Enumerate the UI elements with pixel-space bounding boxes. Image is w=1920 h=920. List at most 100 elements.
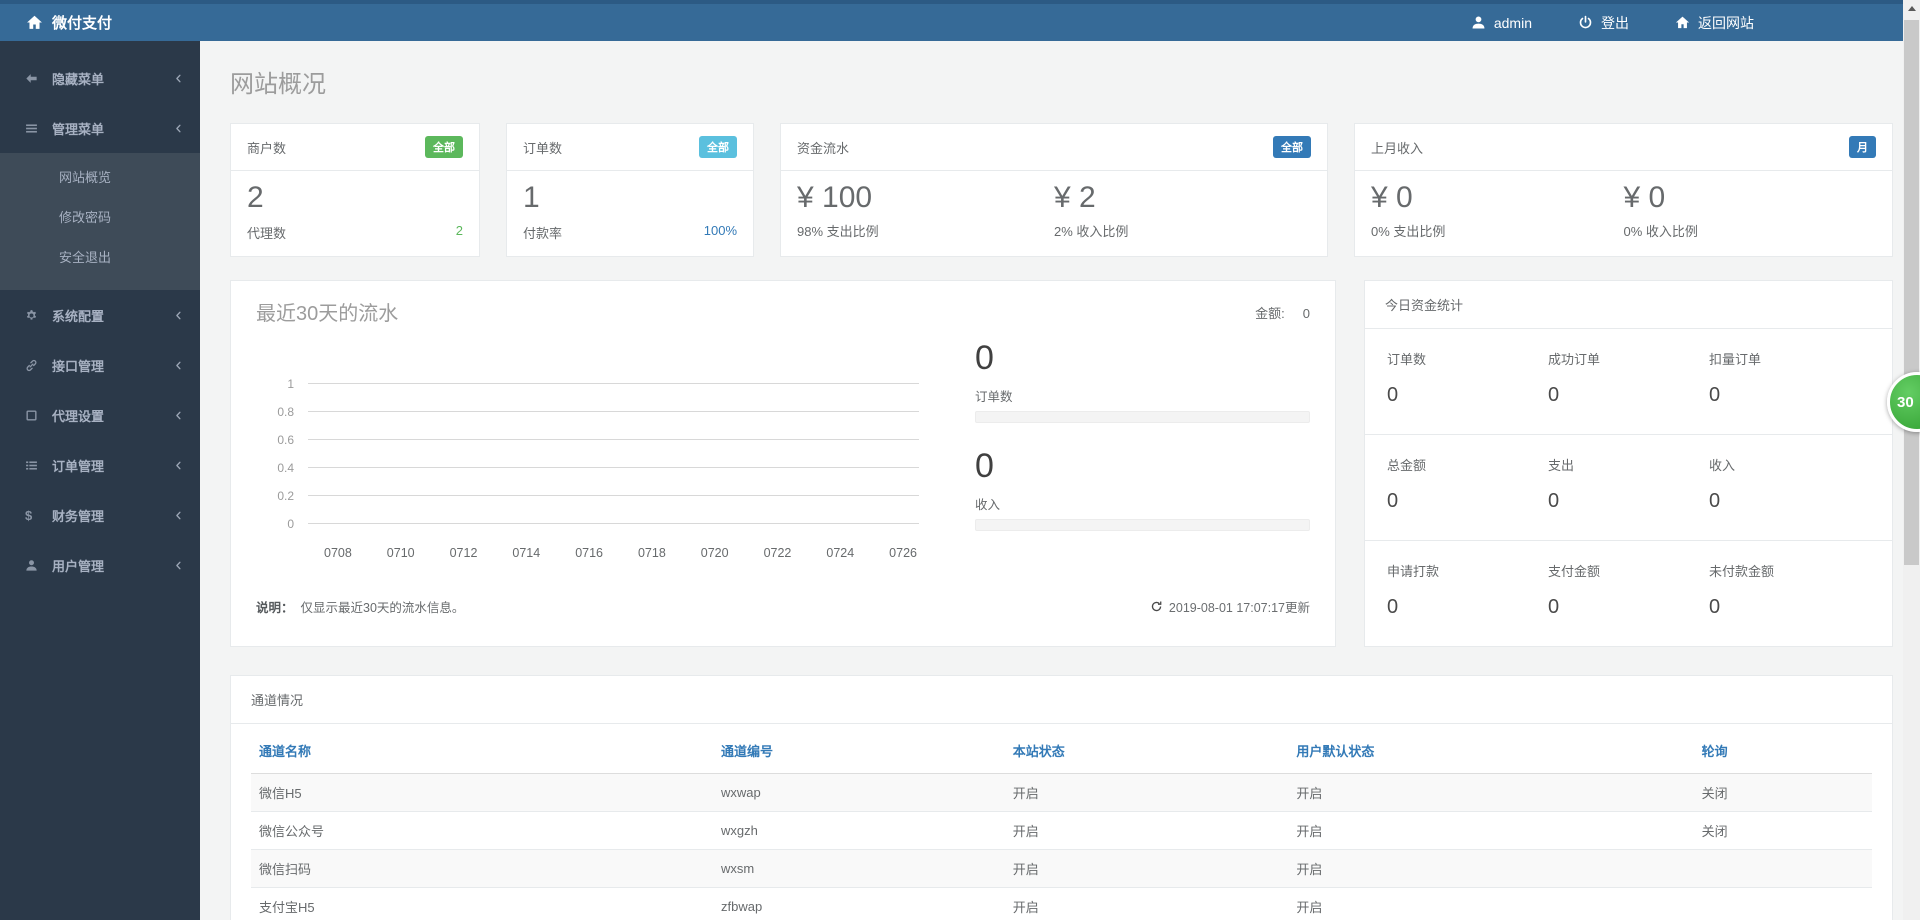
topbar: 微付支付 admin 登出 返回网站 [0, 0, 1920, 41]
sidebar-item-label: 用户管理 [52, 556, 104, 575]
sidebar-item-interface-manage[interactable]: 接口管理 [0, 340, 200, 390]
column-header-polling[interactable]: 轮询 [1694, 726, 1872, 774]
stat-value: 0 [1387, 384, 1548, 407]
refresh-icon[interactable] [1150, 600, 1163, 613]
sidebar-subitem-change-password[interactable]: 修改密码 [0, 198, 200, 238]
back-site-link[interactable]: 返回网站 [1675, 13, 1754, 33]
card-value: ¥ 0 [1624, 181, 1877, 216]
y-tick: 1 [256, 377, 308, 391]
home-icon [26, 14, 43, 31]
vertical-scrollbar[interactable] [1903, 0, 1920, 920]
sidebar-item-label: 接口管理 [52, 356, 104, 375]
cell-site-status: 开启 [1005, 773, 1289, 811]
stat-value: 0 [1709, 490, 1870, 513]
y-tick: 0.2 [256, 489, 308, 503]
column-header-site-status[interactable]: 本站状态 [1005, 726, 1289, 774]
sidebar-subitem-safe-logout[interactable]: 安全退出 [0, 238, 200, 278]
scrollbar-up-arrow-icon[interactable] [1903, 0, 1920, 17]
channels-panel-title: 通道情况 [231, 676, 1892, 724]
arrow-left-icon [25, 72, 43, 85]
cell-site-status: 开启 [1005, 887, 1289, 920]
sidebar-item-order-manage[interactable]: 订单管理 [0, 440, 200, 490]
card-value: 1 [523, 181, 737, 216]
status-badge: 全部 [699, 136, 737, 158]
stat-label: 订单数 [1387, 349, 1548, 368]
logout-button[interactable]: 登出 [1578, 13, 1629, 33]
flow-side-stats: 0 订单数 0 收入 [975, 340, 1310, 560]
brand-label: 微付支付 [52, 12, 112, 33]
topbar-menu: admin 登出 返回网站 [1471, 13, 1754, 33]
stat-card-last-month-income: 上月收入 月 ¥ 0 0% 支出比例 ¥ 0 0% 收入比例 [1354, 123, 1893, 257]
page-title: 网站概况 [230, 64, 1893, 99]
sidebar-item-system-config[interactable]: 系统配置 [0, 290, 200, 340]
brand[interactable]: 微付支付 [0, 12, 200, 33]
table-header-row: 通道名称 通道编号 本站状态 用户默认状态 轮询 [251, 726, 1872, 774]
card-percent-label: 98% 支出比例 [797, 221, 1054, 240]
flow-line-chart: 1 0.8 0.6 0.4 0.2 0 07080710071207140716… [256, 370, 975, 560]
card-title: 订单数 [523, 138, 562, 157]
stat-value: 0 [1548, 596, 1709, 619]
sidebar-subitem-site-overview[interactable]: 网站概览 [0, 158, 200, 198]
status-badge: 月 [1849, 136, 1876, 158]
user-icon [1471, 15, 1486, 30]
user-name: admin [1494, 15, 1532, 31]
table-row: 支付宝H5zfbwap开启开启 [251, 887, 1872, 920]
chevron-left-icon [173, 510, 184, 521]
user-icon [25, 559, 43, 572]
column-header-channel-code[interactable]: 通道编号 [713, 726, 1005, 774]
cell-polling [1694, 887, 1872, 920]
column-header-channel-name[interactable]: 通道名称 [251, 726, 713, 774]
stat-value: 0 [1387, 490, 1548, 513]
sidebar-item-manage-menu[interactable]: 管理菜单 [0, 103, 200, 153]
table-row: 微信扫码wxsm开启开启 [251, 849, 1872, 887]
cell-channel-name: 微信H5 [251, 773, 713, 811]
cell-channel-name: 微信公众号 [251, 811, 713, 849]
cell-user-default-status: 开启 [1288, 887, 1693, 920]
stat-card-orders: 订单数 全部 1 付款率 100% [506, 123, 754, 257]
chevron-left-icon [173, 123, 184, 134]
cell-channel-name: 支付宝H5 [251, 887, 713, 920]
amount-label: 金额: [1255, 306, 1285, 321]
home-icon [1675, 15, 1690, 30]
updated-timestamp: 2019-08-01 17:07:17更新 [1169, 597, 1310, 616]
chevron-left-icon [173, 310, 184, 321]
card-foot-label: 付款率 [523, 223, 562, 242]
flow-panel-title: 最近30天的流水 [256, 297, 398, 326]
card-value: ¥ 100 [797, 181, 1054, 216]
card-foot-value: 100% [704, 223, 737, 242]
y-tick: 0.6 [256, 433, 308, 447]
sidebar-item-hide-menu[interactable]: 隐藏菜单 [0, 53, 200, 103]
square-icon [25, 409, 43, 422]
scrollbar-thumb[interactable] [1904, 20, 1919, 565]
chevron-left-icon [173, 410, 184, 421]
chevron-left-icon [173, 73, 184, 84]
note-label: 说明： [256, 601, 294, 615]
orders-count-label: 订单数 [975, 386, 1310, 405]
card-title: 商户数 [247, 138, 286, 157]
support-badge-label: 30 [1897, 394, 1914, 411]
sidebar-item-label: 系统配置 [52, 306, 104, 325]
cell-site-status: 开启 [1005, 811, 1289, 849]
main-content: 网站概况 商户数 全部 2 代理数 2 订单数 全部 1 [200, 41, 1920, 920]
user-menu[interactable]: admin [1471, 15, 1532, 31]
orders-progress-bar [975, 411, 1310, 423]
stat-value: 0 [1548, 490, 1709, 513]
sidebar: 隐藏菜单 管理菜单 网站概览 修改密码 安全退出 系统配置 [0, 41, 200, 920]
chevron-left-icon [173, 560, 184, 571]
stat-label: 支出 [1548, 455, 1709, 474]
sidebar-item-label: 隐藏菜单 [52, 69, 104, 88]
stat-cards-row: 商户数 全部 2 代理数 2 订单数 全部 1 付款率 100% [230, 123, 1893, 257]
sidebar-item-finance-manage[interactable]: $ 财务管理 [0, 490, 200, 540]
card-percent-label: 0% 收入比例 [1624, 221, 1877, 240]
sidebar-item-label: 财务管理 [52, 506, 104, 525]
sidebar-item-agent-settings[interactable]: 代理设置 [0, 390, 200, 440]
column-header-user-default-status[interactable]: 用户默认状态 [1288, 726, 1693, 774]
note-text: 仅显示最近30天的流水信息。 [301, 601, 465, 615]
card-foot-label: 代理数 [247, 223, 286, 242]
y-tick: 0.8 [256, 405, 308, 419]
sidebar-item-user-manage[interactable]: 用户管理 [0, 540, 200, 590]
stat-value: 0 [1709, 384, 1870, 407]
cell-channel-code: wxgzh [713, 811, 1005, 849]
back-site-label: 返回网站 [1698, 13, 1754, 33]
logout-label: 登出 [1601, 13, 1629, 33]
